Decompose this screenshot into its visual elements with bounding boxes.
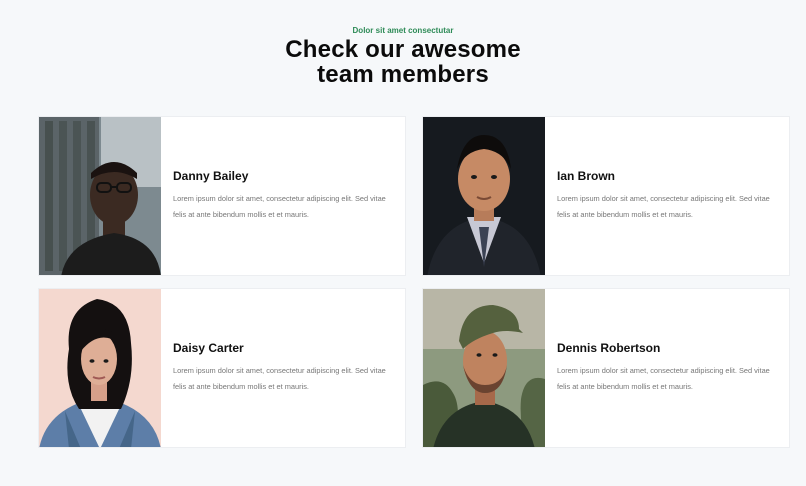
team-member-photo: [423, 289, 545, 447]
team-member-bio: Lorem ipsum dolor sit amet, consectetur …: [557, 194, 770, 219]
team-member-photo: [39, 289, 161, 447]
section-title: Check our awesome team members: [0, 37, 806, 87]
man-in-cap-photo: [423, 289, 545, 447]
team-member-photo: [39, 117, 161, 275]
team-member-photo: [423, 117, 545, 275]
team-section: Dolor sit amet consectutar Check our awe…: [0, 0, 806, 486]
team-member-card: Daisy Carter Lorem ipsum dolor sit amet,…: [38, 288, 406, 448]
team-member-bio: Lorem ipsum dolor sit amet, consectetur …: [557, 366, 770, 391]
team-member-name: Daisy Carter: [173, 341, 244, 355]
section-title-line-2: team members: [317, 61, 489, 88]
team-member-bio: Lorem ipsum dolor sit amet, consectetur …: [173, 366, 386, 391]
section-title-line-1: Check our awesome: [285, 36, 521, 63]
woman-denim-jacket-photo: [39, 289, 161, 447]
section-eyebrow: Dolor sit amet consectutar: [352, 26, 454, 35]
team-member-name: Danny Bailey: [173, 169, 249, 183]
man-in-suit-photo: [423, 117, 545, 275]
team-member-info: Ian Brown Lorem ipsum dolor sit amet, co…: [545, 117, 789, 275]
team-member-card: Danny Bailey Lorem ipsum dolor sit amet,…: [38, 116, 406, 276]
team-member-bio: Lorem ipsum dolor sit amet, consectetur …: [173, 194, 386, 219]
team-member-info: Dennis Robertson Lorem ipsum dolor sit a…: [545, 289, 789, 447]
team-member-info: Daisy Carter Lorem ipsum dolor sit amet,…: [161, 289, 405, 447]
team-member-info: Danny Bailey Lorem ipsum dolor sit amet,…: [161, 117, 405, 275]
team-member-card: Ian Brown Lorem ipsum dolor sit amet, co…: [422, 116, 790, 276]
team-member-card: Dennis Robertson Lorem ipsum dolor sit a…: [422, 288, 790, 448]
man-with-glasses-photo: [39, 117, 161, 275]
team-member-name: Dennis Robertson: [557, 341, 661, 355]
team-member-name: Ian Brown: [557, 169, 616, 183]
